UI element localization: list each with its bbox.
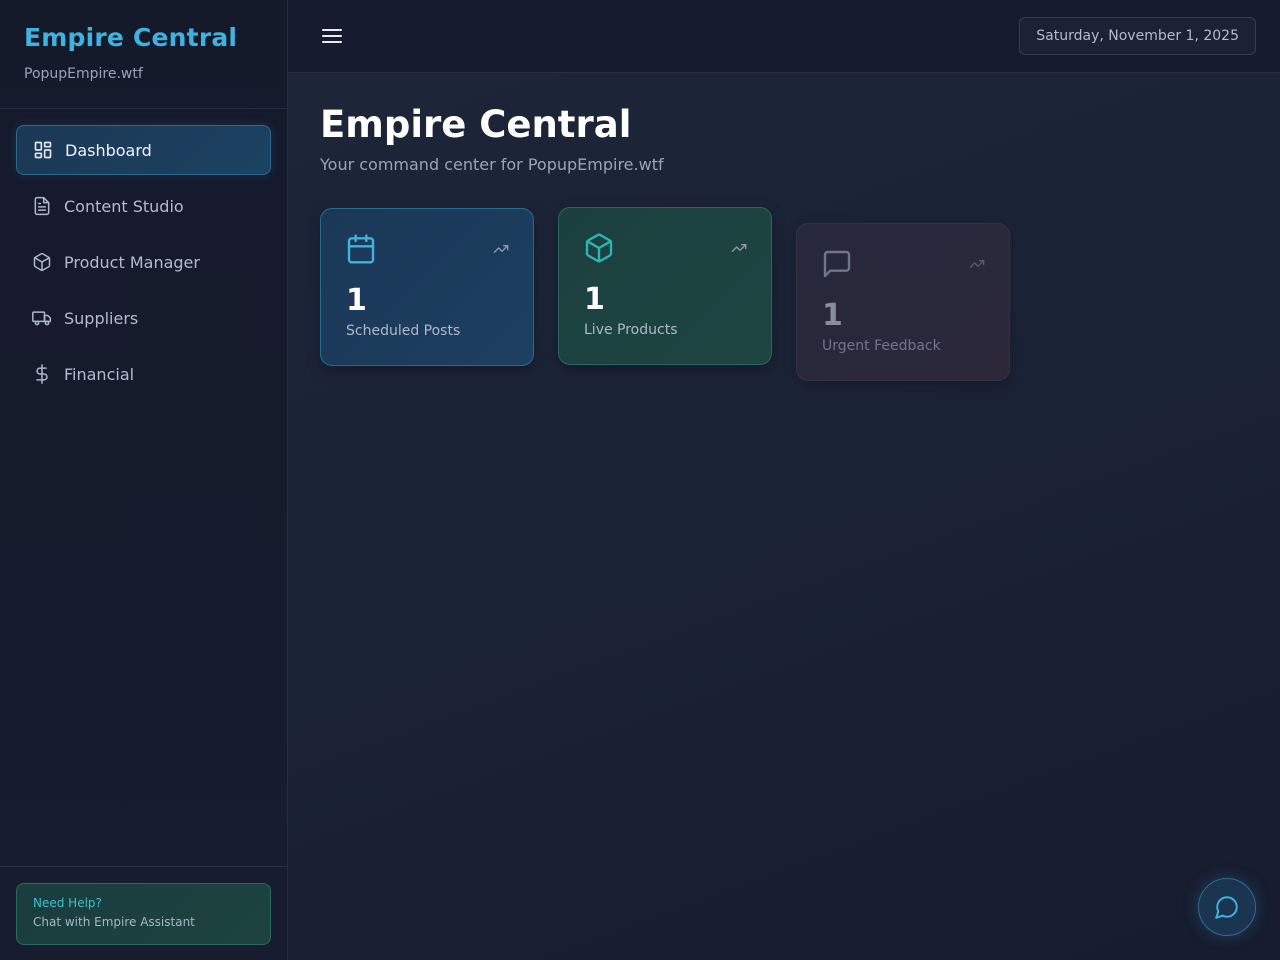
chat-bubble-icon bbox=[1215, 896, 1238, 919]
app-root: Empire Central PopupEmpire.wtf Dashboard bbox=[0, 0, 1280, 960]
document-icon bbox=[32, 196, 52, 216]
calendar-icon bbox=[345, 233, 377, 265]
sidebar-item-product-manager[interactable]: Product Manager bbox=[16, 237, 271, 287]
message-icon bbox=[821, 248, 853, 280]
date-display: Saturday, November 1, 2025 bbox=[1019, 17, 1256, 55]
page-subtitle: Your command center for PopupEmpire.wtf bbox=[320, 155, 664, 174]
dashboard-icon bbox=[33, 140, 53, 160]
brand-subtitle: PopupEmpire.wtf bbox=[24, 66, 143, 82]
trending-up-icon bbox=[731, 240, 747, 256]
sidebar-item-dashboard[interactable]: Dashboard bbox=[16, 125, 271, 175]
brand-title: Empire Central bbox=[24, 23, 238, 52]
chat-assistant-button[interactable] bbox=[1198, 878, 1256, 936]
sidebar-item-label: Dashboard bbox=[65, 140, 152, 160]
sidebar-item-label: Product Manager bbox=[64, 252, 200, 272]
package-icon bbox=[583, 232, 615, 264]
sidebar-item-suppliers[interactable]: Suppliers bbox=[16, 293, 271, 343]
help-title: Need Help? bbox=[33, 896, 102, 910]
sidebar-item-financial[interactable]: Financial bbox=[16, 349, 271, 399]
page-title: Empire Central bbox=[320, 103, 632, 146]
menu-toggle-button[interactable] bbox=[320, 24, 344, 48]
help-subtitle: Chat with Empire Assistant bbox=[33, 915, 195, 929]
help-section: Need Help? Chat with Empire Assistant bbox=[0, 866, 287, 960]
stat-label: Urgent Feedback bbox=[822, 338, 941, 354]
sidebar-item-label: Financial bbox=[64, 364, 135, 384]
stat-card-live-products[interactable]: 1 Live Products bbox=[558, 207, 772, 365]
sidebar-nav: Dashboard Content Studio Product Manager… bbox=[16, 125, 271, 405]
sidebar: Empire Central PopupEmpire.wtf Dashboard bbox=[0, 0, 288, 960]
stat-card-scheduled-posts[interactable]: 1 Scheduled Posts bbox=[320, 208, 534, 366]
trending-up-icon bbox=[493, 241, 509, 257]
package-icon bbox=[32, 252, 52, 272]
main-content: Empire Central Your command center for P… bbox=[288, 73, 1280, 960]
stat-label: Scheduled Posts bbox=[346, 323, 461, 339]
stat-card-urgent-feedback[interactable]: 1 Urgent Feedback bbox=[796, 223, 1010, 381]
stat-value: 1 bbox=[822, 298, 843, 333]
trending-up-icon bbox=[969, 256, 985, 272]
help-chat-button[interactable]: Need Help? Chat with Empire Assistant bbox=[16, 883, 271, 945]
truck-icon bbox=[32, 308, 52, 328]
stat-value: 1 bbox=[346, 283, 367, 318]
sidebar-item-label: Content Studio bbox=[64, 196, 184, 216]
stat-label: Live Products bbox=[584, 322, 678, 338]
topbar: Saturday, November 1, 2025 bbox=[288, 0, 1280, 73]
sidebar-item-content-studio[interactable]: Content Studio bbox=[16, 181, 271, 231]
brand: Empire Central PopupEmpire.wtf bbox=[0, 0, 287, 109]
stat-value: 1 bbox=[584, 282, 605, 317]
dollar-icon bbox=[32, 364, 52, 384]
hamburger-icon bbox=[322, 29, 342, 43]
sidebar-item-label: Suppliers bbox=[64, 308, 139, 328]
